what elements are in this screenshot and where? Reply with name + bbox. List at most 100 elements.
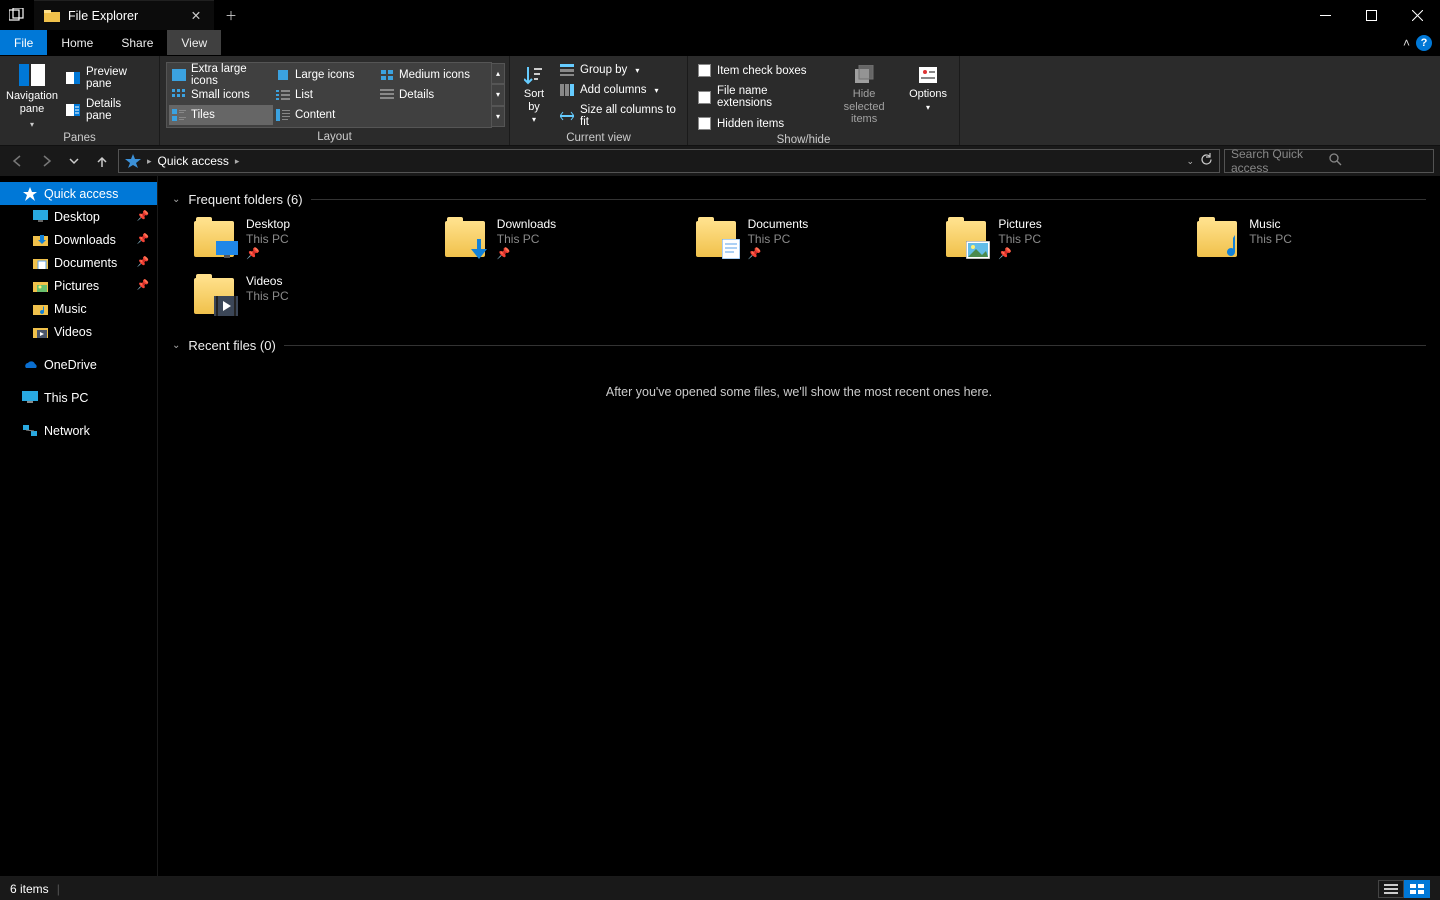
file-extensions-toggle[interactable]: File name extensions [694, 83, 825, 111]
onedrive-icon [22, 357, 38, 373]
address-root-icon[interactable] [121, 154, 145, 168]
tab-share[interactable]: Share [107, 30, 167, 55]
sidebar-item-documents[interactable]: Documents 📌 [0, 251, 157, 274]
forward-button[interactable] [34, 149, 58, 173]
layout-scroll[interactable]: ▴▾▾ [491, 63, 505, 127]
layout-details[interactable]: Details [377, 85, 481, 105]
sidebar-item-label: Documents [54, 256, 117, 270]
sidebar-item-onedrive[interactable]: OneDrive [0, 353, 157, 376]
hidden-items-toggle[interactable]: Hidden items [694, 115, 825, 132]
layout-medium[interactable]: Medium icons [377, 65, 481, 85]
folder-name: Desktop [246, 217, 290, 231]
tab-close-icon[interactable]: ✕ [188, 8, 204, 23]
navigation-pane-button[interactable]: Navigation pane ▾ [6, 60, 58, 130]
sidebar-item-label: Network [44, 424, 90, 438]
layout-large[interactable]: Large icons [273, 65, 377, 85]
sidebar-item-label: Videos [54, 325, 92, 339]
folder-name: Pictures [998, 217, 1041, 231]
pin-icon: 📌 [497, 247, 556, 260]
recent-locations-button[interactable] [62, 149, 86, 173]
folder-item[interactable]: Documents This PC 📌 [694, 217, 925, 260]
pin-icon: 📌 [137, 211, 149, 222]
search-input[interactable]: Search Quick access [1224, 149, 1434, 173]
hide-selected-icon [852, 64, 876, 86]
preview-pane-button[interactable]: Preview pane [62, 64, 153, 92]
videos-icon [32, 324, 48, 340]
group-by-button[interactable]: Group by▾ [556, 62, 681, 78]
maximize-button[interactable] [1348, 0, 1394, 30]
checkbox-icon [698, 91, 711, 104]
ribbon-tabs: File Home Share View ˄ ? [0, 30, 1440, 56]
sidebar-item-quick-access[interactable]: Quick access [0, 182, 157, 205]
tab-home[interactable]: Home [47, 30, 107, 55]
refresh-icon[interactable] [1200, 153, 1213, 169]
sidebar-item-network[interactable]: Network [0, 419, 157, 442]
content-icon [276, 109, 290, 121]
size-all-columns-button[interactable]: Size all columns to fit [556, 102, 681, 130]
tab-view[interactable]: View [167, 30, 221, 55]
address-segment[interactable]: Quick access [154, 154, 233, 168]
hide-selected-button[interactable]: Hide selected items [829, 60, 899, 132]
sidebar-item-videos[interactable]: Videos [0, 320, 157, 343]
up-button[interactable] [90, 149, 114, 173]
group-title-panes: Panes [6, 130, 153, 144]
folder-item[interactable]: Desktop This PC 📌 [192, 217, 423, 260]
options-button[interactable]: Options ▾ [903, 60, 953, 132]
minimize-button[interactable] [1302, 0, 1348, 30]
layout-gallery[interactable]: Extra large icons Large icons Medium ico… [166, 62, 492, 128]
layout-list[interactable]: List [273, 85, 377, 105]
new-tab-button[interactable]: ＋ [214, 7, 248, 24]
tiles-icon [172, 109, 186, 121]
navigation-tree: Quick access Desktop 📌 Downloads 📌 Docum… [0, 176, 158, 876]
chevron-down-icon: ▾ [654, 86, 658, 95]
tab-file[interactable]: File [0, 30, 47, 55]
sidebar-item-desktop[interactable]: Desktop 📌 [0, 205, 157, 228]
folder-item[interactable]: Pictures This PC 📌 [944, 217, 1175, 260]
frequent-folders-grid: Desktop This PC 📌 Downloads This PC 📌 Do… [172, 217, 1426, 314]
folder-location: This PC [1249, 232, 1292, 246]
address-dropdown-icon[interactable]: ⌄ [1186, 156, 1194, 167]
view-tiles-button[interactable] [1404, 880, 1430, 898]
chevron-right-icon[interactable]: ▸ [235, 156, 240, 167]
extra-large-icons-icon [172, 69, 186, 81]
network-icon [22, 423, 38, 439]
sidebar-item-downloads[interactable]: Downloads 📌 [0, 228, 157, 251]
view-details-button[interactable] [1378, 880, 1404, 898]
nav-row: ▸ Quick access ▸ ⌄ Search Quick access [0, 146, 1440, 176]
folder-icon [192, 274, 236, 314]
section-frequent-folders[interactable]: ⌄ Frequent folders (6) [172, 192, 1426, 207]
back-button[interactable] [6, 149, 30, 173]
chevron-right-icon[interactable]: ▸ [147, 156, 152, 167]
layout-tiles[interactable]: Tiles [169, 105, 273, 125]
close-button[interactable] [1394, 0, 1440, 30]
details-pane-button[interactable]: Details pane [62, 96, 153, 124]
small-icons-icon [172, 89, 186, 101]
folder-icon [443, 217, 487, 257]
sort-by-button[interactable]: Sort by ▾ [516, 60, 552, 130]
sidebar-item-music[interactable]: Music [0, 297, 157, 320]
layout-content[interactable]: Content [273, 105, 377, 125]
folder-name: Documents [748, 217, 809, 231]
sidebar-item-label: OneDrive [44, 358, 97, 372]
window-tab[interactable]: File Explorer ✕ [34, 0, 214, 30]
sidebar-item-pictures[interactable]: Pictures 📌 [0, 274, 157, 297]
folder-icon [1195, 217, 1239, 257]
folder-item[interactable]: Videos This PC [192, 274, 423, 314]
section-recent-files[interactable]: ⌄ Recent files (0) [172, 338, 1426, 353]
divider [311, 199, 1426, 200]
address-bar[interactable]: ▸ Quick access ▸ ⌄ [118, 149, 1220, 173]
layout-extra-large[interactable]: Extra large icons [169, 65, 273, 85]
collapse-ribbon-icon[interactable]: ˄ [1403, 36, 1410, 50]
folder-location: This PC [497, 232, 556, 246]
layout-small[interactable]: Small icons [169, 85, 273, 105]
folder-name: Videos [246, 274, 289, 288]
sidebar-item-this-pc[interactable]: This PC [0, 386, 157, 409]
folder-item[interactable]: Music This PC [1195, 217, 1426, 260]
help-icon[interactable]: ? [1416, 35, 1432, 51]
section-title: Frequent folders (6) [188, 192, 302, 207]
sidebar-item-label: This PC [44, 391, 88, 405]
folder-item[interactable]: Downloads This PC 📌 [443, 217, 674, 260]
add-columns-button[interactable]: Add columns▾ [556, 82, 681, 98]
multitask-icon[interactable] [0, 8, 34, 22]
item-checkboxes-toggle[interactable]: Item check boxes [694, 62, 825, 79]
